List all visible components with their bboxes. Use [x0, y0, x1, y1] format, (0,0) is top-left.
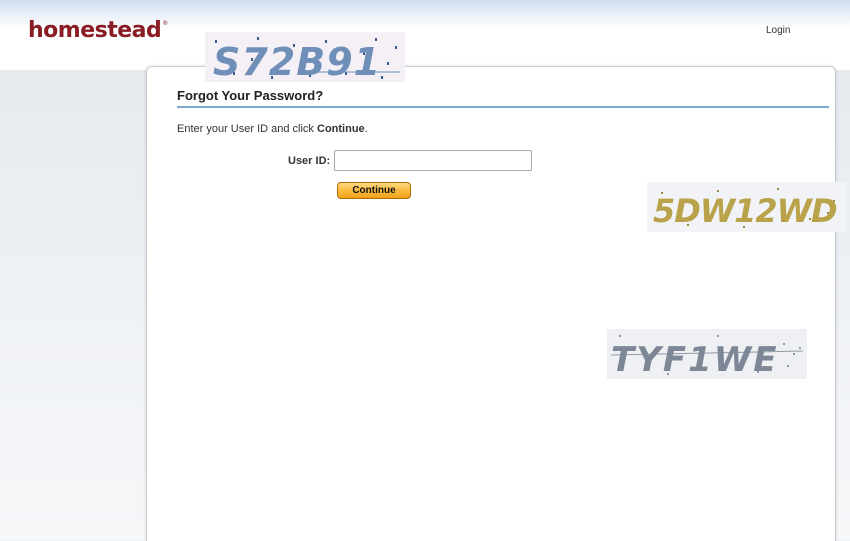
login-link[interactable]: Login: [766, 25, 790, 36]
captcha-svg-1: S72B91: [205, 32, 405, 82]
logo-text: homestead: [28, 18, 162, 43]
captcha-text-3: TYF1WE: [611, 340, 778, 379]
captcha-text-2: 5DW12WD: [653, 192, 837, 230]
instructions-text: Enter your User ID and click Continue.: [177, 123, 368, 135]
userid-label: User ID:: [288, 155, 331, 167]
captcha-svg-3: TYF1WE: [607, 329, 807, 379]
page-title: Forgot Your Password?: [177, 88, 324, 103]
title-divider: [177, 106, 829, 108]
captcha-image-3: TYF1WE: [607, 329, 807, 379]
instructions-continue-emphasis: Continue: [317, 123, 365, 135]
captcha-image-2: 5DW12WD: [647, 182, 846, 232]
instructions-prefix: Enter your User ID and click: [177, 123, 317, 135]
registered-mark: ®: [162, 20, 168, 27]
continue-button[interactable]: Continue: [337, 182, 411, 199]
captcha-svg-2: 5DW12WD: [647, 182, 846, 232]
homestead-logo[interactable]: homestead®: [28, 18, 168, 43]
captcha-text-1: S72B91: [213, 40, 381, 82]
captcha-image-1: S72B91: [205, 32, 405, 82]
forgot-password-panel: Forgot Your Password? Enter your User ID…: [146, 66, 836, 541]
userid-input[interactable]: [334, 150, 532, 171]
instructions-suffix: .: [364, 123, 368, 135]
